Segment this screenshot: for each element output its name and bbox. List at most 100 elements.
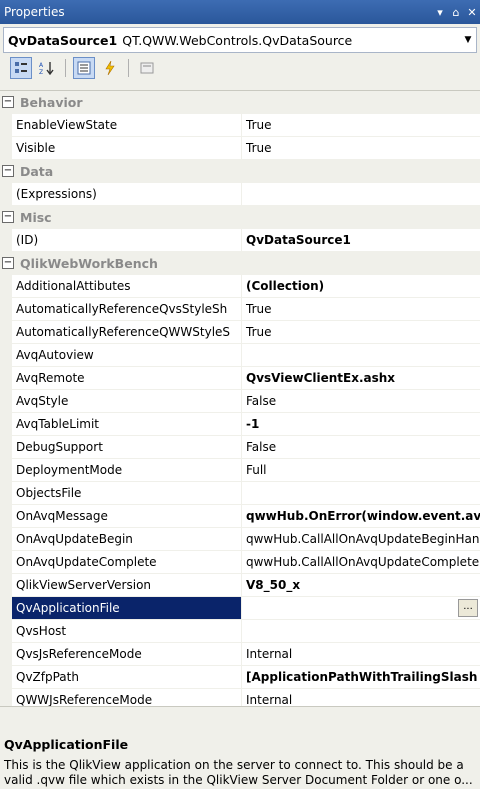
property-name[interactable]: QvApplicationFile xyxy=(12,597,242,619)
property-value[interactable]: True xyxy=(242,298,480,320)
property-row[interactable]: Visible True xyxy=(0,137,480,160)
property-name[interactable]: AvqStyle xyxy=(12,390,242,412)
property-name[interactable]: AutomaticallyReferenceQvsStyleSh xyxy=(12,298,242,320)
property-name[interactable]: QvsHost xyxy=(12,620,242,642)
property-name[interactable]: AvqRemote xyxy=(12,367,242,389)
dropdown-icon[interactable]: ▾ xyxy=(432,6,448,19)
property-row[interactable]: OnAvqUpdateBegin qwwHub.CallAllOnAvqUpdat… xyxy=(0,528,480,551)
property-row[interactable]: (ID) QvDataSource1 xyxy=(0,229,480,252)
property-row[interactable]: (Expressions) xyxy=(0,183,480,206)
row-margin xyxy=(0,321,12,343)
property-value[interactable]: qwwHub.CallAllOnAvqUpdateCompleteH xyxy=(242,551,480,573)
property-value[interactable]: V8_50_x xyxy=(242,574,480,596)
property-row[interactable]: AvqRemote QvsViewClientEx.ashx xyxy=(0,367,480,390)
property-value[interactable]: qwwHub.OnError(window.event.av xyxy=(242,505,480,527)
property-row[interactable]: EnableViewState True xyxy=(0,114,480,137)
property-value[interactable]: ... xyxy=(242,597,480,619)
property-name[interactable]: AvqAutoview xyxy=(12,344,242,366)
category-behavior[interactable]: − Behavior xyxy=(0,91,480,114)
property-pages-icon[interactable] xyxy=(136,57,158,79)
property-value[interactable]: Internal xyxy=(242,643,480,665)
collapse-icon[interactable]: − xyxy=(2,211,14,223)
property-name[interactable]: (ID) xyxy=(12,229,242,251)
property-row[interactable]: OnAvqMessage qwwHub.OnError(window.event.… xyxy=(0,505,480,528)
property-name[interactable]: QlikViewServerVersion xyxy=(12,574,242,596)
property-value-text: QvDataSource1 xyxy=(246,233,351,247)
description-title: QvApplicationFile xyxy=(4,737,129,752)
property-row[interactable]: DebugSupport False xyxy=(0,436,480,459)
property-value[interactable]: False xyxy=(242,390,480,412)
property-value[interactable] xyxy=(242,482,480,504)
property-row[interactable]: DeploymentMode Full xyxy=(0,459,480,482)
property-value-text: Internal xyxy=(246,693,293,707)
property-value[interactable]: True xyxy=(242,114,480,136)
category-label: Behavior xyxy=(20,94,83,110)
property-value[interactable]: Full xyxy=(242,459,480,481)
events-icon[interactable] xyxy=(99,57,121,79)
property-value[interactable]: (Collection) xyxy=(242,275,480,297)
property-value[interactable]: [ApplicationPathWithTrailingSlash xyxy=(242,666,480,688)
property-name[interactable]: OnAvqUpdateComplete xyxy=(12,551,242,573)
row-margin xyxy=(0,390,12,412)
category-data[interactable]: − Data xyxy=(0,160,480,183)
toolbar-separator xyxy=(128,59,129,77)
property-value[interactable]: True xyxy=(242,137,480,159)
svg-text:A: A xyxy=(39,62,44,69)
property-value[interactable]: QvsViewClientEx.ashx xyxy=(242,367,480,389)
property-value[interactable]: True xyxy=(242,321,480,343)
property-name[interactable]: AvqTableLimit xyxy=(12,413,242,435)
property-name[interactable]: OnAvqUpdateBegin xyxy=(12,528,242,550)
property-value[interactable] xyxy=(242,344,480,366)
property-name[interactable]: EnableViewState xyxy=(12,114,242,136)
property-name[interactable]: ObjectsFile xyxy=(12,482,242,504)
collapse-icon[interactable]: − xyxy=(2,96,14,108)
property-name[interactable]: OnAvqMessage xyxy=(12,505,242,527)
property-value-text: qwwHub.OnError(window.event.av xyxy=(246,509,480,523)
property-name[interactable]: (Expressions) xyxy=(12,183,242,205)
property-name[interactable]: DebugSupport xyxy=(12,436,242,458)
property-value[interactable]: qwwHub.CallAllOnAvqUpdateBeginHand xyxy=(242,528,480,550)
property-row[interactable]: AutomaticallyReferenceQWWStyleS True xyxy=(0,321,480,344)
property-value[interactable] xyxy=(242,183,480,205)
property-value[interactable]: False xyxy=(242,436,480,458)
properties-icon[interactable] xyxy=(73,57,95,79)
property-name[interactable]: Visible xyxy=(12,137,242,159)
property-row[interactable]: AdditionalAttibutes (Collection) xyxy=(0,275,480,298)
property-row[interactable]: QvApplicationFile... xyxy=(0,597,480,620)
property-name[interactable]: DeploymentMode xyxy=(12,459,242,481)
chevron-down-icon[interactable]: ▼ xyxy=(460,35,476,45)
category-misc[interactable]: − Misc xyxy=(0,206,480,229)
pin-icon[interactable]: ⌂ xyxy=(448,6,464,19)
property-value-text: V8_50_x xyxy=(246,578,301,592)
property-value[interactable]: -1 xyxy=(242,413,480,435)
category-qlikwebworkbench[interactable]: − QlikWebWorkBench xyxy=(0,252,480,275)
property-value[interactable] xyxy=(242,620,480,642)
ellipsis-button[interactable]: ... xyxy=(458,599,478,617)
property-row[interactable]: QvsHost xyxy=(0,620,480,643)
property-name[interactable]: AdditionalAttibutes xyxy=(12,275,242,297)
property-row[interactable]: AvqStyle False xyxy=(0,390,480,413)
collapse-icon[interactable]: − xyxy=(2,165,14,177)
row-margin xyxy=(0,137,12,159)
property-name[interactable]: QvZfpPath xyxy=(12,666,242,688)
property-row[interactable]: AvqTableLimit -1 xyxy=(0,413,480,436)
property-row[interactable]: ObjectsFile xyxy=(0,482,480,505)
close-icon[interactable]: ✕ xyxy=(464,6,480,19)
alphabetical-icon[interactable]: AZ xyxy=(36,57,58,79)
categorized-icon[interactable] xyxy=(10,57,32,79)
property-row[interactable]: QlikViewServerVersion V8_50_x xyxy=(0,574,480,597)
property-name[interactable]: AutomaticallyReferenceQWWStyleS xyxy=(12,321,242,343)
property-row[interactable]: AvqAutoview xyxy=(0,344,480,367)
property-row[interactable]: QvZfpPath [ApplicationPathWithTrailingSla… xyxy=(0,666,480,689)
collapse-icon[interactable]: − xyxy=(2,257,14,269)
property-row[interactable]: OnAvqUpdateComplete qwwHub.CallAllOnAvqUp… xyxy=(0,551,480,574)
property-value-text: True xyxy=(246,118,272,132)
row-margin xyxy=(0,482,12,504)
property-grid: − Behavior EnableViewState True Visible True −… xyxy=(0,90,480,781)
property-name[interactable]: QvsJsReferenceMode xyxy=(12,643,242,665)
object-selector[interactable]: QvDataSource1 QT.QWW.WebControls.QvDataS… xyxy=(3,27,477,53)
property-value[interactable]: QvDataSource1 xyxy=(242,229,480,251)
property-row[interactable]: AutomaticallyReferenceQvsStyleSh True xyxy=(0,298,480,321)
description-panel: QvApplicationFile This is the QlikView a… xyxy=(0,732,480,789)
property-row[interactable]: QvsJsReferenceMode Internal xyxy=(0,643,480,666)
